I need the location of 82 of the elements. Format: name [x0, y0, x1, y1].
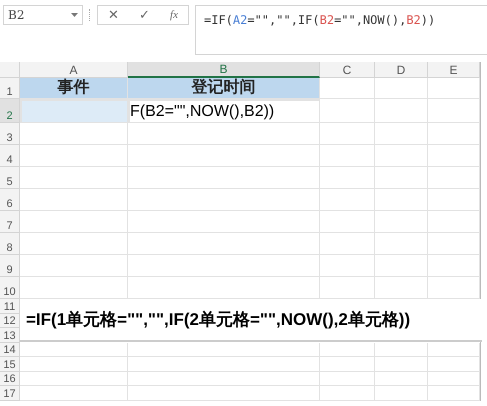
- row-header[interactable]: 9: [0, 255, 20, 277]
- empty-cell[interactable]: [320, 167, 375, 189]
- empty-cell[interactable]: [375, 78, 428, 99]
- empty-cell[interactable]: [375, 386, 428, 400]
- empty-cell[interactable]: [128, 386, 320, 400]
- row-header[interactable]: 13: [0, 328, 20, 342]
- empty-cell[interactable]: [320, 357, 375, 372]
- column-header[interactable]: A: [20, 62, 128, 78]
- empty-cell[interactable]: [428, 357, 480, 372]
- empty-cell[interactable]: [320, 123, 375, 145]
- empty-cell[interactable]: [375, 167, 428, 189]
- column-header[interactable]: C: [320, 62, 375, 78]
- empty-cell[interactable]: [320, 211, 375, 233]
- row-header[interactable]: 17: [0, 386, 20, 400]
- row-header[interactable]: 3: [0, 123, 20, 145]
- empty-cell[interactable]: [320, 189, 375, 211]
- empty-cell[interactable]: [320, 233, 375, 255]
- header-cell[interactable]: 事件: [20, 78, 128, 99]
- empty-cell[interactable]: [428, 386, 480, 400]
- row-header[interactable]: 2: [0, 99, 20, 123]
- empty-cell[interactable]: [428, 167, 480, 189]
- empty-cell[interactable]: [128, 233, 320, 255]
- name-box[interactable]: B2: [3, 5, 83, 25]
- empty-cell[interactable]: [128, 189, 320, 211]
- cancel-button[interactable]: ✕: [108, 5, 119, 25]
- empty-cell[interactable]: [375, 189, 428, 211]
- empty-cell[interactable]: [128, 123, 320, 145]
- column-header[interactable]: E: [428, 62, 480, 78]
- formula-text: =IF(A2="","",IF(B2="",NOW(),B2)): [204, 13, 436, 27]
- row-header[interactable]: 5: [0, 167, 20, 189]
- dropdown-icon[interactable]: [71, 13, 78, 17]
- empty-cell[interactable]: [428, 78, 480, 99]
- row-header[interactable]: 16: [0, 372, 20, 386]
- empty-cell[interactable]: [375, 145, 428, 167]
- empty-cell[interactable]: [375, 99, 428, 123]
- column-header[interactable]: D: [375, 62, 428, 78]
- empty-cell[interactable]: [128, 255, 320, 277]
- row-header[interactable]: 4: [0, 145, 20, 167]
- cell-reference: B2: [8, 7, 24, 24]
- empty-cell[interactable]: [375, 211, 428, 233]
- formula-bar[interactable]: =IF(A2="","",IF(B2="",NOW(),B2)): [195, 5, 487, 55]
- editing-cell[interactable]: F(B2="",NOW(),B2)): [128, 99, 320, 123]
- column-header[interactable]: B: [128, 62, 320, 78]
- empty-cell[interactable]: [428, 233, 480, 255]
- empty-cell[interactable]: [320, 372, 375, 386]
- empty-cell[interactable]: [428, 189, 480, 211]
- row-header[interactable]: 8: [0, 233, 20, 255]
- row-header[interactable]: 12: [0, 314, 20, 328]
- empty-cell[interactable]: [128, 357, 320, 372]
- empty-cell[interactable]: [375, 233, 428, 255]
- empty-cell[interactable]: [128, 167, 320, 189]
- row-header[interactable]: 7: [0, 211, 20, 233]
- empty-cell[interactable]: [320, 386, 375, 400]
- select-all-button[interactable]: [0, 62, 20, 78]
- enter-button[interactable]: ✓: [139, 5, 150, 25]
- empty-cell[interactable]: [375, 372, 428, 386]
- empty-cell[interactable]: [375, 123, 428, 145]
- empty-cell[interactable]: [128, 211, 320, 233]
- empty-cell[interactable]: [428, 211, 480, 233]
- empty-cell[interactable]: [428, 372, 480, 386]
- separator-icon: [89, 9, 91, 21]
- empty-cell[interactable]: [428, 255, 480, 277]
- empty-cell[interactable]: [128, 372, 320, 386]
- row-header[interactable]: 10: [0, 277, 20, 299]
- annotation-text: =IF(1单元格="","",IF(2单元格="",NOW(),2单元格)): [20, 299, 482, 342]
- row-header[interactable]: 11: [0, 299, 20, 314]
- row-header[interactable]: 6: [0, 189, 20, 211]
- empty-cell[interactable]: [128, 145, 320, 167]
- empty-cell[interactable]: [320, 145, 375, 167]
- row-header[interactable]: 15: [0, 357, 20, 372]
- insert-function-button[interactable]: fx: [170, 6, 178, 24]
- empty-cell[interactable]: [428, 145, 480, 167]
- empty-cell[interactable]: [320, 255, 375, 277]
- header-cell[interactable]: 登记时间: [128, 78, 320, 99]
- empty-cell[interactable]: [428, 99, 480, 123]
- empty-cell[interactable]: [320, 99, 375, 123]
- selected-cell[interactable]: [20, 99, 128, 123]
- empty-cell[interactable]: [428, 123, 480, 145]
- empty-cell[interactable]: [375, 255, 428, 277]
- row-header[interactable]: 14: [0, 342, 20, 357]
- empty-cell[interactable]: [375, 357, 428, 372]
- row-header[interactable]: 1: [0, 78, 20, 99]
